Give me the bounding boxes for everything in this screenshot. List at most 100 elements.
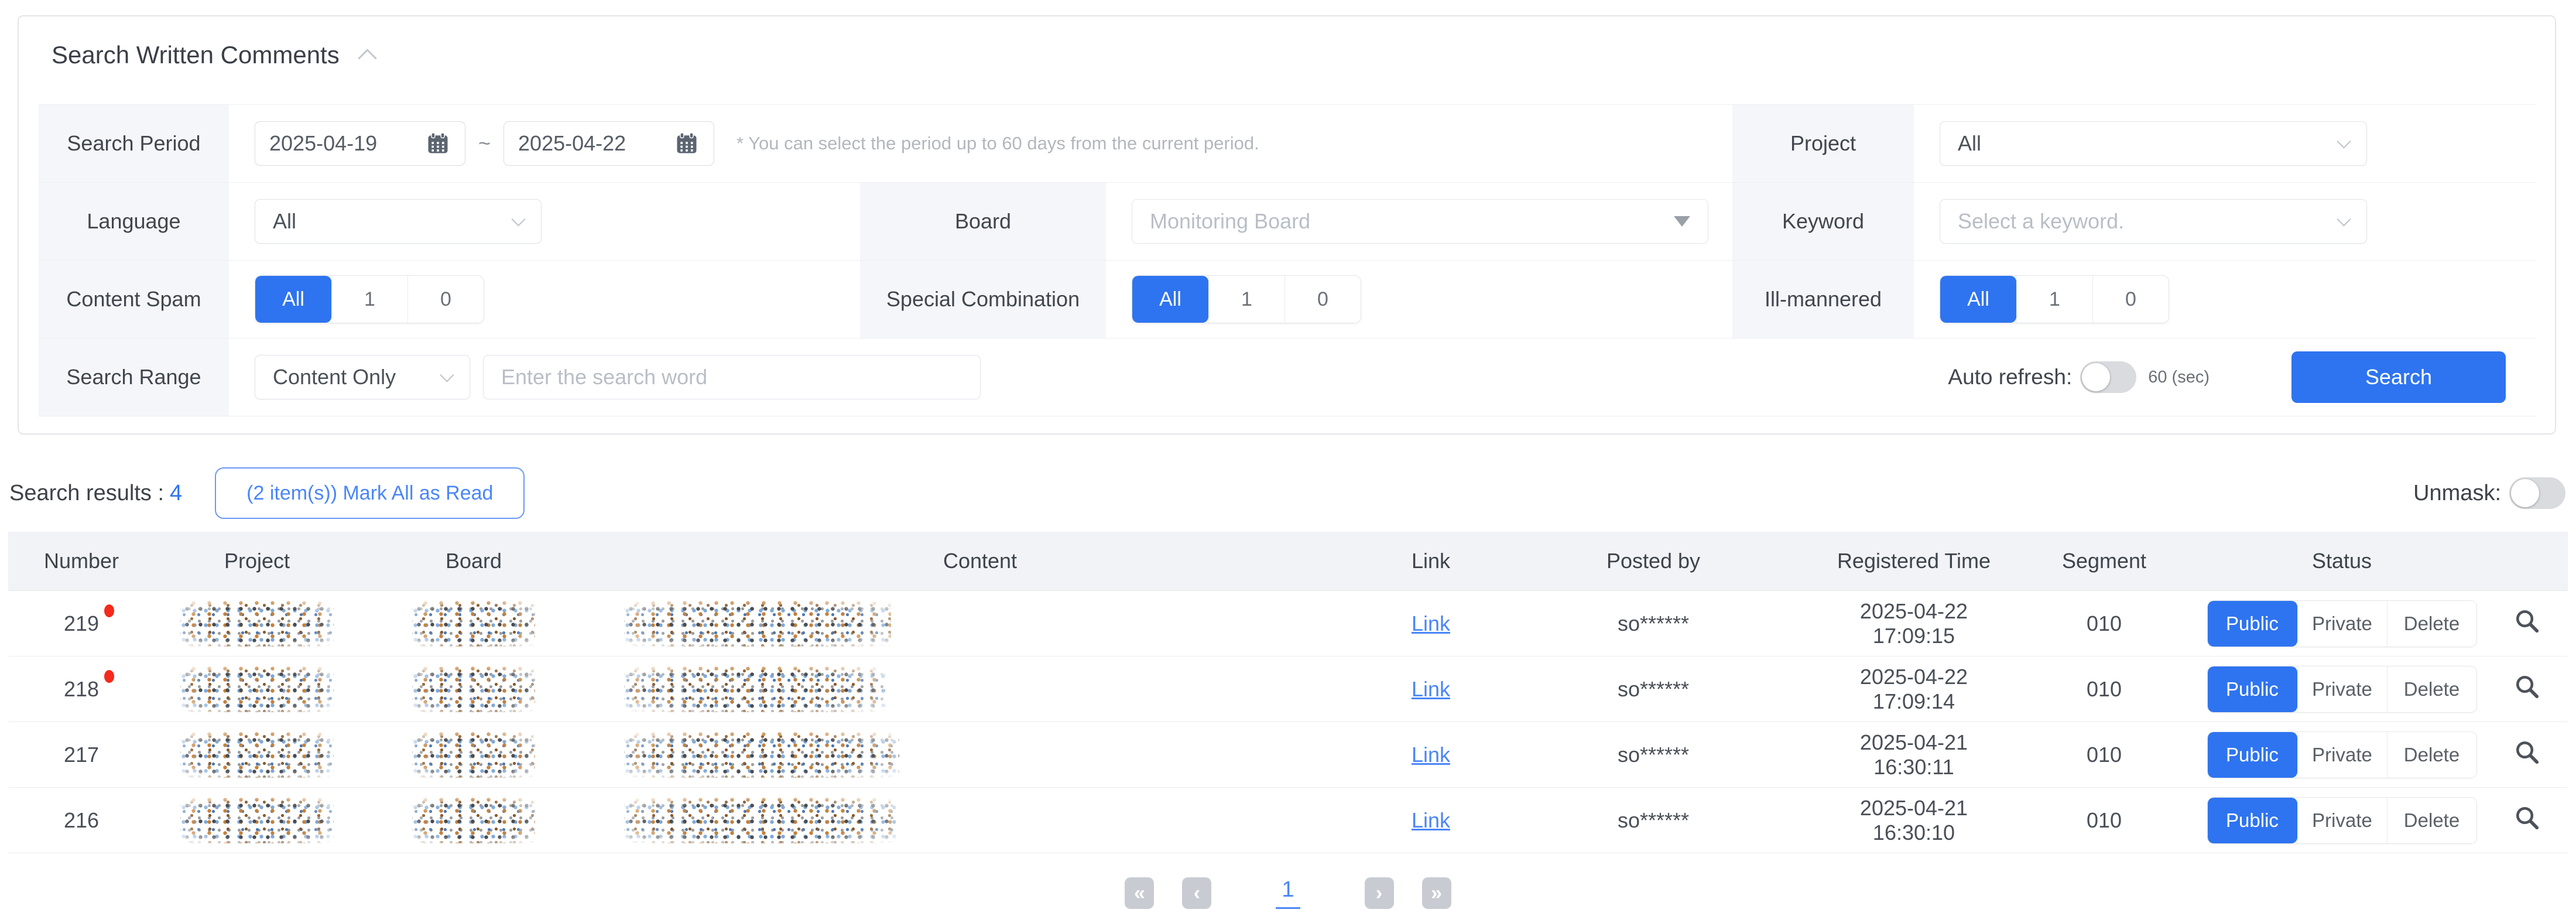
cell-link: Link (1372, 677, 1489, 702)
row-detail-button[interactable] (2513, 607, 2540, 634)
header-status: Status (2198, 549, 2486, 573)
special-combination-0-button[interactable]: 0 (1284, 276, 1361, 323)
content-spam-0-button[interactable]: 0 (407, 276, 484, 323)
special-combination-field: All 1 0 (1106, 261, 1732, 339)
cell-zoom (2486, 673, 2568, 705)
cell-posted-by: so****** (1489, 743, 1817, 767)
search-icon (2513, 673, 2540, 700)
auto-refresh-toggle[interactable] (2080, 361, 2136, 393)
chevron-down-icon (2337, 134, 2351, 148)
cell-status: Public Private Delete (2198, 797, 2486, 844)
status-public-button[interactable]: Public (2208, 666, 2297, 712)
header-posted-by: Posted by (1489, 549, 1817, 573)
cell-segment: 010 (2010, 611, 2198, 636)
row-detail-button[interactable] (2513, 804, 2540, 831)
language-field: All (229, 183, 860, 261)
special-combination-1-button[interactable]: 1 (1208, 276, 1284, 323)
cell-number: 219 (8, 611, 155, 636)
status-delete-button[interactable]: Delete (2387, 601, 2476, 647)
first-page-button[interactable]: « (1125, 877, 1154, 909)
cell-segment: 010 (2010, 808, 2198, 833)
status-public-button[interactable]: Public (2208, 732, 2297, 778)
masked-content (180, 732, 334, 778)
cell-content-masked (588, 601, 1372, 647)
search-period-field: ~ * You can select the period up to 60 d… (229, 105, 1732, 183)
status-private-button[interactable]: Private (2297, 732, 2387, 778)
row-link[interactable]: Link (1412, 677, 1450, 701)
ill-mannered-0-button[interactable]: 0 (2092, 276, 2169, 323)
language-select[interactable]: All (255, 199, 542, 244)
keyword-select[interactable]: Select a keyword. (1940, 199, 2367, 244)
content-spam-all-button[interactable]: All (255, 276, 331, 323)
search-scope-select[interactable]: Content Only (255, 355, 470, 399)
cell-board-masked (359, 798, 588, 843)
search-word-input[interactable] (483, 355, 981, 399)
cell-segment: 010 (2010, 677, 2198, 702)
language-label: Language (39, 183, 229, 261)
panel-header: Search Written Comments (52, 41, 374, 69)
table-row: 218 Link so****** 2025-04-22 17:09:14 01… (8, 657, 2568, 722)
toggle-knob (2511, 479, 2539, 507)
calendar-icon[interactable] (674, 131, 700, 156)
cell-registered-time: 2025-04-22 17:09:14 (1817, 665, 2010, 714)
status-delete-button[interactable]: Delete (2387, 732, 2476, 778)
cell-posted-by: so****** (1489, 611, 1817, 636)
row-link[interactable]: Link (1412, 808, 1450, 832)
status-private-button[interactable]: Private (2297, 798, 2387, 843)
auto-refresh-interval: 60 (sec) (2148, 368, 2210, 387)
mark-all-read-button[interactable]: (2 item(s)) Mark All as Read (215, 467, 525, 519)
board-field: Monitoring Board (1106, 183, 1732, 261)
ill-mannered-field: All 1 0 (1914, 261, 2536, 339)
search-tools: Auto refresh: 60 (sec) Search (1948, 351, 2506, 403)
cell-project-masked (155, 666, 359, 712)
next-page-button[interactable]: › (1365, 877, 1394, 909)
date-from-input[interactable] (255, 121, 465, 166)
cell-registered-time: 2025-04-21 16:30:10 (1817, 796, 2010, 845)
status-private-button[interactable]: Private (2297, 666, 2387, 712)
filter-grid: Search Period ~ (39, 104, 2536, 416)
cell-board-masked (359, 666, 588, 712)
search-button[interactable]: Search (2291, 351, 2506, 403)
calendar-icon[interactable] (425, 131, 451, 156)
date-to-value[interactable] (518, 131, 664, 156)
unmask-toggle[interactable] (2509, 477, 2565, 509)
status-delete-button[interactable]: Delete (2387, 798, 2476, 843)
table-header-row: Number Project Board Content Link Posted… (8, 532, 2568, 591)
row-detail-button[interactable] (2513, 673, 2540, 700)
header-registered-time: Registered Time (1817, 549, 2010, 573)
special-combination-all-button[interactable]: All (1132, 276, 1208, 323)
results-summary-label: Search results : (9, 481, 164, 506)
search-icon (2513, 739, 2540, 765)
project-field: All (1914, 105, 2536, 183)
status-private-button[interactable]: Private (2297, 601, 2387, 647)
cell-content-masked (588, 732, 1372, 778)
auto-refresh-label: Auto refresh: (1948, 365, 2072, 389)
row-detail-button[interactable] (2513, 739, 2540, 765)
content-spam-1-button[interactable]: 1 (331, 276, 407, 323)
ill-mannered-1-button[interactable]: 1 (2016, 276, 2092, 323)
status-public-button[interactable]: Public (2208, 601, 2297, 647)
collapse-chevron-up-icon[interactable] (358, 49, 377, 68)
ill-mannered-all-button[interactable]: All (1940, 276, 2016, 323)
prev-page-button[interactable]: ‹ (1182, 877, 1211, 909)
results-count: 4 (170, 481, 182, 506)
status-public-button[interactable]: Public (2208, 798, 2297, 843)
masked-content (180, 601, 334, 647)
cell-registered-time: 2025-04-22 17:09:15 (1817, 599, 2010, 648)
masked-content (412, 732, 535, 778)
table-row: 216 Link so****** 2025-04-21 16:30:10 01… (8, 788, 2568, 853)
current-page[interactable]: 1 (1276, 877, 1300, 909)
unread-dot (104, 604, 114, 617)
cell-link: Link (1372, 808, 1489, 833)
last-page-button[interactable]: » (1422, 877, 1451, 909)
date-from-value[interactable] (269, 131, 416, 156)
masked-content (412, 601, 535, 647)
project-select[interactable]: All (1940, 121, 2367, 166)
results-table: Number Project Board Content Link Posted… (8, 532, 2568, 853)
date-to-input[interactable] (503, 121, 714, 166)
status-delete-button[interactable]: Delete (2387, 666, 2476, 712)
row-link[interactable]: Link (1412, 611, 1450, 635)
row-link[interactable]: Link (1412, 743, 1450, 767)
toggle-knob (2082, 363, 2110, 391)
board-select[interactable]: Monitoring Board (1132, 199, 1708, 244)
